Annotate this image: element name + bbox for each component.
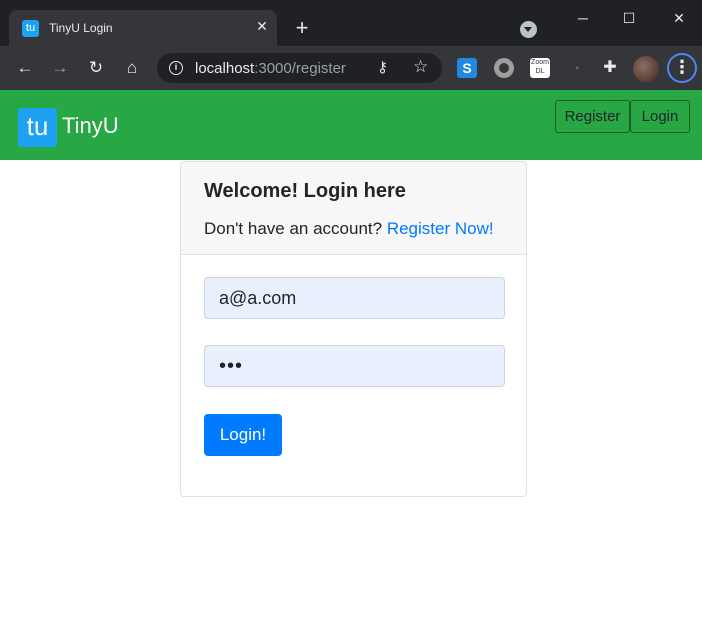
maximize-icon[interactable]: ☐ <box>606 5 652 31</box>
login-card: Welcome! Login here Don't have an accoun… <box>180 161 527 497</box>
password-field[interactable] <box>204 345 505 387</box>
brand-name[interactable]: TinyU <box>62 113 119 139</box>
home-icon[interactable]: ⌂ <box>121 57 143 79</box>
extension-circle-icon[interactable] <box>494 58 514 78</box>
minimize-icon[interactable]: ─ <box>560 5 606 31</box>
url-text: localhost:3000/register <box>195 60 346 77</box>
login-card-header: Welcome! Login here Don't have an accoun… <box>181 162 526 255</box>
browser-tabstrip: tu TinyU Login ✕ + ─ ☐ ✕ <box>0 0 702 46</box>
site-navbar: tu TinyU Register Login <box>0 90 702 160</box>
close-window-icon[interactable]: ✕ <box>656 5 702 31</box>
back-icon[interactable]: ← <box>14 57 36 79</box>
reload-icon[interactable]: ↻ <box>85 57 107 79</box>
tab-favicon-icon: tu <box>22 20 39 37</box>
tab-title: TinyU Login <box>49 21 113 35</box>
key-icon[interactable]: ⚷ <box>377 58 388 76</box>
forward-icon[interactable]: → <box>49 57 71 79</box>
register-prompt: Don't have an account? Register Now! <box>204 219 494 239</box>
address-bar[interactable]: i localhost:3000/register ⚷ ☆ <box>157 53 442 83</box>
browser-tab[interactable]: tu TinyU Login ✕ <box>9 10 277 46</box>
site-info-icon[interactable]: i <box>169 61 183 75</box>
browser-menu-icon[interactable]: ⋮ <box>667 53 697 83</box>
login-submit-button[interactable]: Login! <box>204 414 282 456</box>
extensions-puzzle-icon[interactable]: ✚ <box>600 58 620 78</box>
profile-avatar[interactable] <box>633 56 659 82</box>
browser-toolbar: ← → ↻ ⌂ i localhost:3000/register ⚷ ☆ S … <box>0 46 702 90</box>
extension-mouse-icon[interactable]: ◔ <box>566 58 586 78</box>
register-prompt-text: Don't have an account? <box>204 219 383 238</box>
email-field[interactable] <box>204 277 505 319</box>
bookmark-star-icon[interactable]: ☆ <box>413 57 428 77</box>
extension-s-icon[interactable]: S <box>457 58 477 78</box>
login-title: Welcome! Login here <box>204 180 406 202</box>
extension-zoom-dl-icon[interactable]: Zoom DL <box>530 58 550 78</box>
tab-search-icon[interactable] <box>520 21 537 38</box>
new-tab-icon[interactable]: + <box>291 17 313 39</box>
register-now-link[interactable]: Register Now! <box>387 219 494 238</box>
nav-login-button[interactable]: Login <box>630 100 690 133</box>
tab-close-icon[interactable]: ✕ <box>252 16 272 36</box>
nav-register-button[interactable]: Register <box>555 100 630 133</box>
tinyu-logo[interactable]: tu <box>18 108 57 147</box>
